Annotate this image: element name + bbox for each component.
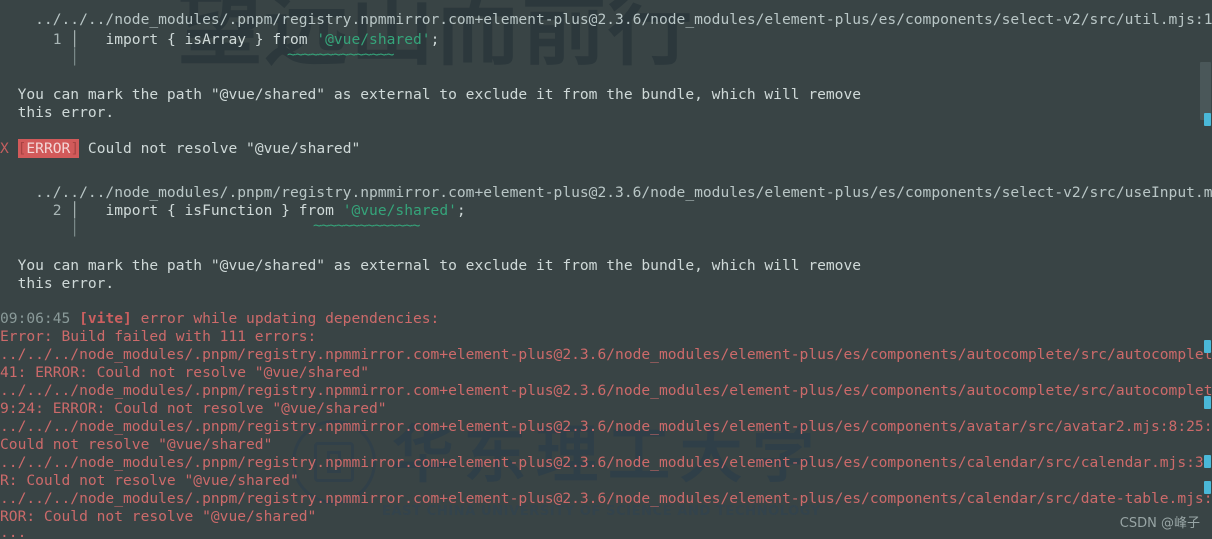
error2-hint-line-2: this error. [0,275,115,292]
vite-error-line: ../../../node_modules/.pnpm/registry.npm… [0,490,1212,507]
scrollbar-error-marker[interactable] [1204,113,1211,126]
error1-squiggle-underline: ~~~~~~~~~~~~~~ [287,46,394,63]
vite-timestamp: 09:06:45 [0,310,71,327]
vite-error-line: ../../../node_modules/.pnpm/registry.npm… [0,418,1212,435]
vite-error-line: ROR: Could not resolve "@vue/shared" [0,508,317,525]
vite-error-line: 9:24: ERROR: Could not resolve "@vue/sha… [0,400,387,417]
scrollbar-error-marker[interactable] [1204,340,1211,353]
error2-squiggle-underline: ~~~~~~~~~~~~~~ [313,217,420,234]
error1-file-location: ../../../node_modules/.pnpm/registry.npm… [0,11,1212,28]
terminal-output: ../../../node_modules/.pnpm/registry.npm… [0,0,1212,539]
scrollbar[interactable] [1199,0,1212,539]
vite-tag: [vite] [79,310,132,327]
vite-build-failed: Error: Build failed with 111 errors: [0,328,317,345]
scrollbar-error-marker[interactable] [1204,396,1211,409]
error1-gutter-number: 1 │ [0,31,88,48]
error-badge-label: ERROR [26,140,71,157]
terminal-window: 望远山而前行 华东理工大学 EAST CHINA UNIVERSITY OF S… [0,0,1212,539]
error-x-mark: X [0,140,9,157]
vite-error-line: Could not resolve "@vue/shared" [0,436,273,453]
vite-error-line: 41: ERROR: Could not resolve "@vue/share… [0,364,370,381]
vite-headline: error while updating dependencies: [131,310,440,327]
error-badge-close-bracket: ] [70,140,80,157]
vite-error-line: ../../../node_modules/.pnpm/registry.npm… [0,382,1212,399]
scrollbar-thumb[interactable] [1200,62,1211,120]
error2-code-prefix: import { isFunction } from [87,202,343,219]
vite-summary-header: 09:06:45 [vite] error while updating dep… [0,310,439,328]
error2-hint-line-1: You can mark the path "@vue/shared" as e… [0,257,862,274]
error-header-message: Could not resolve "@vue/shared" [79,140,361,157]
error1-hint-line-1: You can mark the path "@vue/shared" as e… [0,86,862,103]
error1-gutter-bar: │ [0,49,80,66]
error-badge: [ERROR] [17,139,80,158]
error2-gutter-bar: │ [0,220,80,237]
error1-hint-line-2: this error. [0,104,115,121]
error2-code-suffix: ; [456,202,466,219]
error2-file-location: ../../../node_modules/.pnpm/registry.npm… [0,184,1212,201]
error1-code-suffix: ; [430,31,440,48]
vite-error-line: ../../../node_modules/.pnpm/registry.npm… [0,346,1212,363]
error-header-line: X [ERROR] Could not resolve "@vue/shared… [0,139,361,158]
scrollbar-error-marker[interactable] [1204,481,1211,494]
error2-gutter-number: 2 │ [0,202,88,219]
vite-error-line: ../../../node_modules/.pnpm/registry.npm… [0,454,1212,471]
csdn-attribution-watermark: CSDN @峰子 [1119,516,1200,531]
vite-error-line: R: Could not resolve "@vue/shared" [0,472,299,489]
vite-error-ellipsis: ... [0,524,27,539]
scrollbar-error-marker[interactable] [1204,455,1211,468]
error1-code-prefix: import { isArray } from [87,31,317,48]
